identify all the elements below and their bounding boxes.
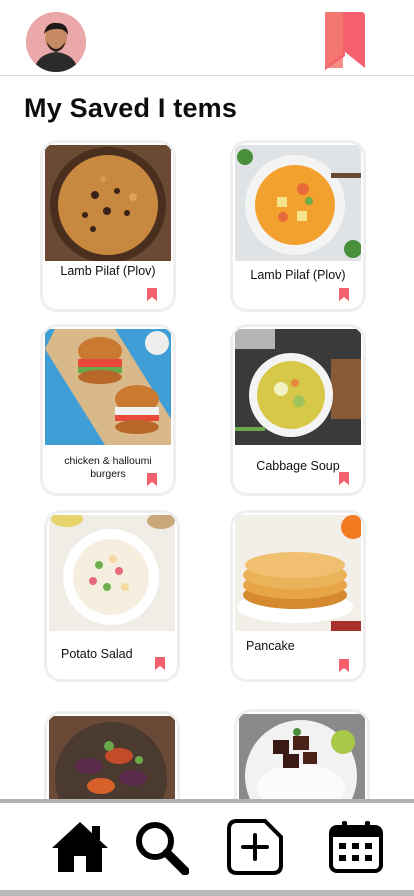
potato-salad-photo <box>49 515 175 631</box>
item-label: Cabbage Soup <box>256 459 340 473</box>
saved-item-card[interactable]: Cabbage Soup <box>233 327 363 493</box>
bookmark-icon[interactable] <box>339 659 349 672</box>
pancake-photo <box>235 515 361 631</box>
home-icon <box>52 822 108 872</box>
burgers-photo <box>45 329 171 445</box>
bookmark-icon[interactable] <box>147 473 157 486</box>
saved-item-card[interactable]: Lamb Pilaf (Plov) <box>43 143 173 309</box>
nav-search[interactable] <box>131 817 191 877</box>
item-label: Pancake <box>246 639 295 653</box>
saved-item-card[interactable]: Pancake <box>233 513 363 679</box>
nav-home[interactable] <box>50 817 110 877</box>
bookmark-icon[interactable] <box>339 472 349 485</box>
vegetable-soup-photo <box>235 145 361 261</box>
nav-add[interactable] <box>225 817 285 877</box>
user-avatar-icon <box>26 12 86 72</box>
avatar[interactable] <box>26 12 86 72</box>
bookmark-icon[interactable] <box>155 657 165 670</box>
search-icon <box>136 822 189 875</box>
saved-item-card[interactable]: Lamb Pilaf (Plov) <box>233 143 363 309</box>
item-label: Lamb Pilaf (Plov) <box>60 264 156 278</box>
top-bar <box>0 0 414 76</box>
page-title: My Saved I tems <box>24 93 238 123</box>
lamb-pilaf-photo <box>45 145 171 261</box>
bookmark-icon[interactable] <box>339 288 349 301</box>
saved-item-card[interactable]: Potato Salad <box>47 513 177 679</box>
cabbage-soup-photo <box>235 329 361 445</box>
bottom-nav <box>0 799 414 896</box>
bookmark-icon[interactable] <box>323 12 367 70</box>
bookmark-icon[interactable] <box>147 288 157 301</box>
nav-calendar[interactable] <box>326 817 386 877</box>
item-label: Lamb Pilaf (Plov) <box>250 268 346 282</box>
saved-item-card[interactable]: chicken & halloumi burgers <box>43 327 173 493</box>
add-note-icon <box>227 819 283 875</box>
calendar-icon <box>329 821 383 873</box>
